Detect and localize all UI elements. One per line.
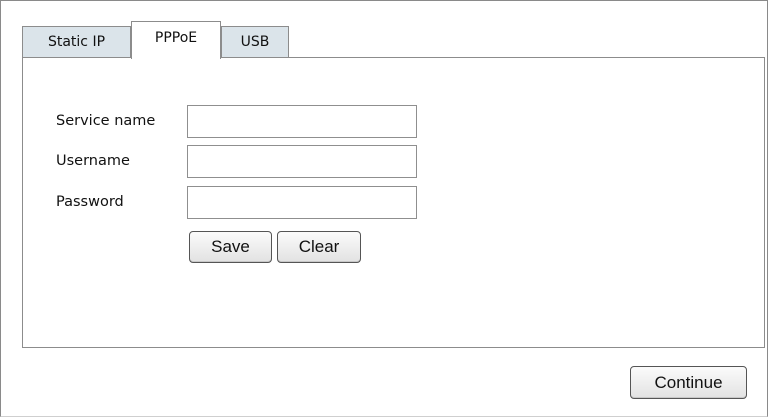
continue-button[interactable]: Continue: [630, 366, 747, 399]
password-label: Password: [56, 194, 124, 210]
username-field[interactable]: [187, 145, 417, 178]
tab-usb[interactable]: USB: [221, 26, 289, 58]
tab-pppoe[interactable]: PPPoE: [131, 21, 221, 59]
username-label: Username: [56, 153, 130, 169]
clear-button[interactable]: Clear: [277, 231, 361, 263]
service-name-field[interactable]: [187, 105, 417, 138]
password-field[interactable]: [187, 186, 417, 219]
service-name-label: Service name: [56, 113, 156, 129]
save-button[interactable]: Save: [189, 231, 272, 263]
tab-static-ip[interactable]: Static IP: [22, 26, 131, 58]
pppoe-settings-panel: Service name Username Password Save Clea…: [22, 57, 765, 348]
